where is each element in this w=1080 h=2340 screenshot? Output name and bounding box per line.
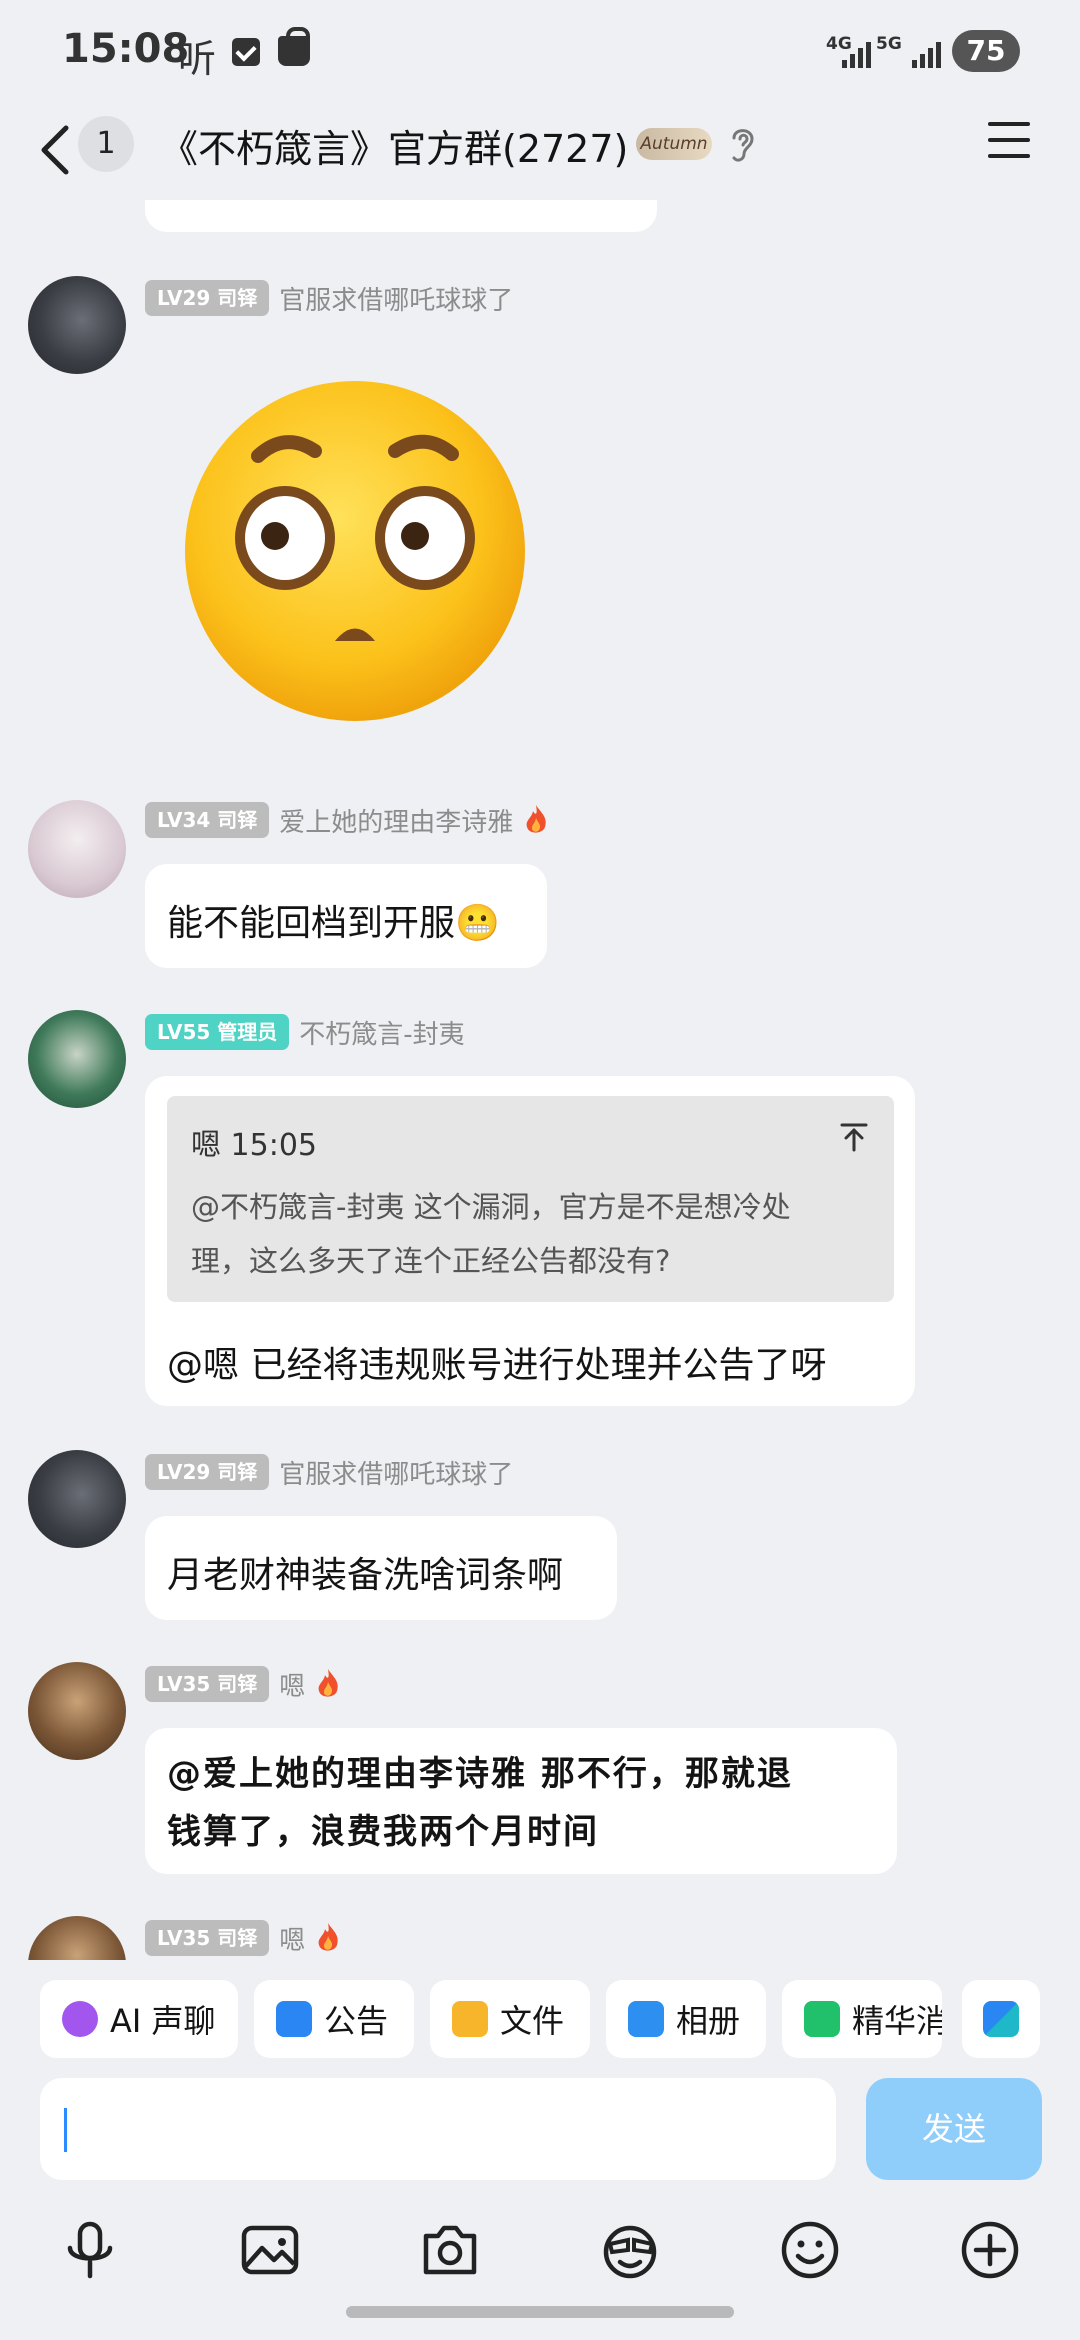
avatar[interactable] <box>28 276 126 374</box>
sender-meta: LV34 司铎 爱上她的理由李诗雅 <box>145 800 549 840</box>
fire-badge-icon <box>318 1923 339 1951</box>
shopping-bag-icon <box>278 27 310 66</box>
listen-indicator: 听 <box>178 37 217 81</box>
message-bubble[interactable]: @爱上她的理由李诗雅 那不行，那就退 钱算了，浪费我两个月时间 <box>145 1728 897 1874</box>
signal-4g-icon <box>842 40 871 68</box>
quick-action-label: AI 声聊 <box>110 2002 216 2040</box>
essence-messages-button[interactable]: 精华消 <box>782 1980 942 2058</box>
level-badge: LV35 司铎 <box>145 1666 270 1702</box>
album-icon <box>628 2001 664 2037</box>
microphone-icon[interactable] <box>58 2218 122 2282</box>
files-button[interactable]: 文件 <box>430 1980 590 2058</box>
avatar[interactable] <box>28 1450 126 1548</box>
quick-action-label: 公告 <box>324 2002 389 2040</box>
status-time: 15:08 <box>62 26 190 72</box>
back-arrow-icon[interactable] <box>36 122 76 178</box>
ai-voice-icon <box>62 2001 98 2037</box>
message-text: 月老财神装备洗啥词条啊 <box>167 1555 564 1596</box>
plus-icon[interactable] <box>958 2218 1022 2282</box>
announcement-button[interactable]: 公告 <box>254 1980 414 2058</box>
avatar[interactable] <box>28 800 126 898</box>
sticker-icon[interactable] <box>598 2218 662 2282</box>
quick-action-bar: AI 声聊 公告 文件 相册 精华消 <box>0 1960 1080 2070</box>
camera-icon[interactable] <box>418 2218 482 2282</box>
level-badge: LV29 司铎 <box>145 280 270 316</box>
level-badge: LV29 司铎 <box>145 1454 270 1490</box>
message-text: 能不能回档到开服😬 <box>167 903 500 944</box>
quote-author-time: 嗯 15:05 <box>191 1128 317 1163</box>
sender-nickname[interactable]: 嗯 <box>279 1920 305 1957</box>
quote-text-line: @不朽箴言-封夷 这个漏洞，官方是不是想冷处 <box>191 1190 791 1224</box>
level-badge: LV34 司铎 <box>145 802 270 838</box>
fire-badge-icon <box>318 1669 339 1697</box>
jump-to-original-icon[interactable] <box>839 1122 869 1152</box>
avatar[interactable] <box>28 1662 126 1760</box>
status-bar: 15:08 听 4G 5G 75 <box>0 0 1080 100</box>
sender-nickname[interactable]: 官服求借哪吒球球了 <box>279 280 513 317</box>
avatar[interactable] <box>28 1916 126 1960</box>
more-apps-button[interactable] <box>962 1980 1040 2058</box>
unread-count-badge[interactable]: 1 <box>78 116 134 172</box>
group-title[interactable]: 《不朽箴言》官方群(2727) <box>160 118 628 173</box>
text-cursor <box>64 2108 67 2152</box>
message-text-line: 钱算了，浪费我两个月时间 <box>167 1812 599 1852</box>
emoji-icon[interactable] <box>778 2218 842 2282</box>
quick-action-label: 相册 <box>676 2002 741 2040</box>
sender-nickname[interactable]: 不朽箴言-封夷 <box>299 1014 464 1051</box>
chat-header: 1 《不朽箴言》官方群(2727) Autumn <box>0 100 1080 200</box>
send-button[interactable]: 发送 <box>866 2078 1042 2180</box>
avatar[interactable] <box>28 1010 126 1108</box>
sender-nickname[interactable]: 官服求借哪吒球球了 <box>279 1454 513 1491</box>
fire-badge-icon <box>526 805 547 833</box>
image-icon[interactable] <box>238 2218 302 2282</box>
sender-meta: LV55 管理员 不朽箴言-封夷 <box>145 1012 465 1052</box>
folder-icon <box>452 2001 488 2037</box>
sender-meta: LV35 司铎 嗯 <box>145 1664 341 1704</box>
apps-grid-icon <box>983 2001 1019 2037</box>
essence-icon <box>804 2001 840 2037</box>
message-text-line: @爱上她的理由李诗雅 那不行，那就退 <box>167 1754 793 1794</box>
battery-indicator: 75 <box>952 30 1020 72</box>
announcement-icon <box>276 2001 312 2037</box>
message-bubble[interactable]: 月老财神装备洗啥词条啊 <box>145 1516 617 1620</box>
group-tag-badge[interactable]: Autumn <box>636 128 712 160</box>
level-badge: LV35 司铎 <box>145 1920 270 1956</box>
message-input[interactable] <box>40 2078 836 2180</box>
signal-5g-icon <box>912 40 941 68</box>
surprised-face-emoji-sticker[interactable] <box>180 376 530 726</box>
sender-nickname[interactable]: 爱上她的理由李诗雅 <box>279 802 513 839</box>
previous-message-bubble[interactable] <box>145 200 657 232</box>
sender-meta: LV35 司铎 嗯 <box>145 1918 341 1958</box>
quoted-message[interactable]: 嗯 15:05 @不朽箴言-封夷 这个漏洞，官方是不是想冷处 理，这么多天了连个… <box>167 1096 894 1302</box>
ear-icon[interactable] <box>728 124 758 164</box>
sender-nickname[interactable]: 嗯 <box>279 1666 305 1703</box>
message-bubble[interactable]: 能不能回档到开服😬 <box>145 864 547 968</box>
network-5g-label: 5G <box>876 34 902 54</box>
quote-text-line: 理，这么多天了连个正经公告都没有? <box>191 1244 671 1278</box>
sender-meta: LV29 司铎 官服求借哪吒球球了 <box>145 278 513 318</box>
menu-icon[interactable] <box>988 122 1032 166</box>
message-text: @嗯 已经将违规账号进行处理并公告了呀 <box>167 1345 827 1386</box>
home-indicator[interactable] <box>346 2306 734 2318</box>
quick-action-label: 精华消 <box>852 2002 942 2040</box>
quick-action-label: 文件 <box>500 2002 565 2040</box>
album-button[interactable]: 相册 <box>606 1980 766 2058</box>
admin-level-badge: LV55 管理员 <box>145 1014 290 1050</box>
sender-meta: LV29 司铎 官服求借哪吒球球了 <box>145 1452 513 1492</box>
message-list[interactable]: LV29 司铎 官服求借哪吒球球了 LV34 司铎 爱上她的理由李诗雅 能不能回… <box>0 200 1080 1960</box>
checkbox-notification-icon <box>232 38 260 66</box>
input-toolbar <box>0 2200 1080 2300</box>
ai-voice-chat-button[interactable]: AI 声聊 <box>40 1980 238 2058</box>
